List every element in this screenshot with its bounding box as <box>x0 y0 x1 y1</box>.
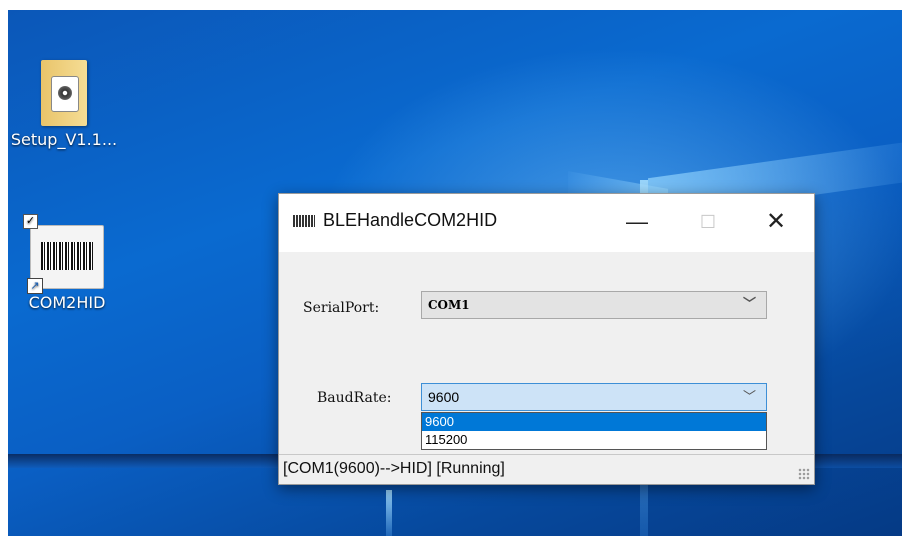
serial-port-select[interactable]: COM1 ﹀ <box>421 291 767 319</box>
chevron-down-icon[interactable]: ﹀ <box>743 384 756 410</box>
status-bar: [COM1(9600)-->HID] [Running] <box>279 454 814 484</box>
baud-rate-value: 9600 <box>428 389 460 405</box>
title-bar[interactable]: BLEHandleCOM2HID — ☐ ✕ <box>279 194 814 252</box>
dropdown-option-9600[interactable]: 9600 <box>422 413 766 431</box>
dropdown-option-115200[interactable]: 115200 <box>422 431 766 449</box>
baud-rate-label: BaudRate: <box>317 390 392 406</box>
serial-port-label: SerialPort: <box>303 300 380 316</box>
serial-port-value: COM1 <box>428 298 470 312</box>
shortcut-arrow-icon: ↗ <box>27 278 43 294</box>
minimize-button[interactable]: — <box>614 204 660 240</box>
baud-rate-select[interactable]: 9600 ﹀ <box>421 383 767 411</box>
close-button[interactable]: ✕ <box>753 204 799 240</box>
baud-rate-dropdown-list: 9600 115200 <box>421 412 767 450</box>
barcode-shortcut-icon: ✓ ↗ <box>23 214 104 294</box>
chevron-down-icon[interactable]: ﹀ <box>743 292 756 318</box>
maximize-button[interactable]: ☐ <box>685 204 731 240</box>
desktop-icon-setup[interactable]: Setup_V1.1... <box>4 60 124 149</box>
desktop-icon-label: COM2HID <box>28 293 106 312</box>
desktop-icon-com2hid[interactable]: ✓ ↗ COM2HID <box>12 214 122 312</box>
status-text: [COM1(9600)-->HID] [Running] <box>283 460 505 477</box>
desktop-icon-label: Setup_V1.1... <box>10 130 118 149</box>
barcode-app-icon <box>293 215 315 227</box>
app-window: BLEHandleCOM2HID — ☐ ✕ SerialPort: COM1 … <box>278 193 815 485</box>
resize-grip-icon[interactable] <box>798 468 810 480</box>
window-title: BLEHandleCOM2HID <box>323 210 498 230</box>
checkbox-icon[interactable]: ✓ <box>23 214 38 229</box>
wallpaper-light-beam <box>386 490 392 536</box>
installer-folder-icon <box>41 60 87 126</box>
